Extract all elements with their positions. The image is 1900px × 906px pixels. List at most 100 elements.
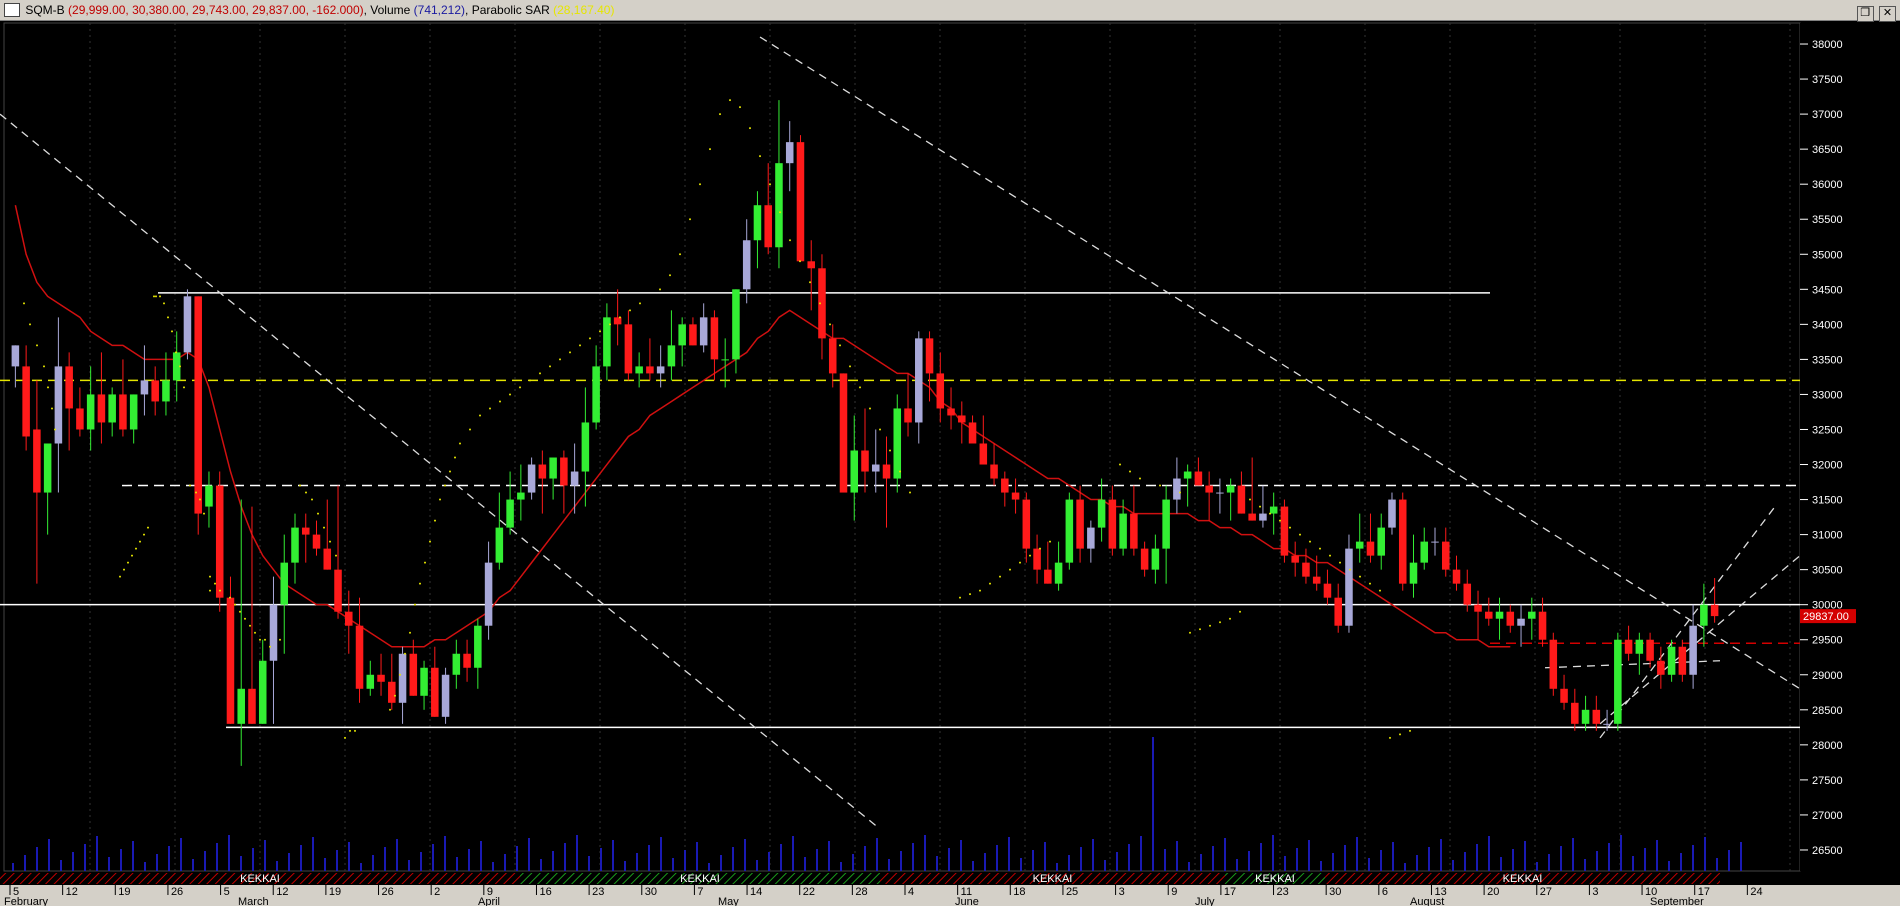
volume-bar (1236, 859, 1238, 871)
y-tick-label: 29500 (1812, 635, 1843, 647)
candle (1001, 478, 1009, 493)
sar-dot (135, 547, 137, 550)
sar-dot (23, 302, 25, 305)
candle (656, 366, 665, 374)
sar-dot (229, 596, 231, 599)
candle (839, 373, 848, 493)
candle (43, 443, 52, 493)
y-tick-label: 35500 (1812, 214, 1843, 226)
sar-dot (354, 729, 356, 732)
volume-bar (1020, 858, 1022, 871)
sar-dot (1279, 519, 1281, 522)
sar-dot (29, 323, 31, 326)
sar-dot (779, 211, 781, 214)
sar-dot (559, 358, 561, 361)
volume-bar (768, 852, 770, 871)
ohlc-values: (29,999.00, 30,380.00, 29,743.00, 29,837… (68, 3, 364, 17)
candle (1538, 611, 1547, 640)
volume-bar (228, 835, 230, 871)
volume-bar (240, 856, 242, 871)
sar-dot (1189, 631, 1191, 634)
sar-dot (1319, 547, 1321, 550)
sar-dot (444, 484, 446, 487)
candle (1474, 604, 1482, 612)
candle (86, 394, 95, 430)
volume-bar (1032, 850, 1034, 871)
restore-window-button[interactable]: ❐ (1856, 6, 1874, 22)
close-window-button[interactable]: ✕ (1879, 6, 1896, 22)
volume-bar (840, 862, 842, 871)
sar-dot (1159, 484, 1161, 487)
candle (33, 429, 41, 493)
sar-dot (279, 638, 281, 641)
volume-bar (48, 839, 50, 871)
candle (753, 205, 762, 241)
sar-dot (959, 596, 961, 599)
candle (1592, 709, 1601, 724)
candle (345, 611, 353, 626)
candle (592, 366, 600, 423)
candle (560, 457, 568, 486)
sar-dot (269, 645, 271, 648)
sar-dot (127, 561, 129, 564)
volume-bar (1416, 855, 1418, 871)
candle (646, 366, 654, 374)
volume-bar (636, 853, 638, 871)
trend-line (0, 113, 881, 830)
sar-dot (519, 386, 521, 389)
sar-dot (1139, 477, 1141, 480)
sar-dot (529, 379, 531, 382)
candle (1183, 471, 1192, 479)
volume-bar (1404, 863, 1406, 871)
y-tick-label: 32000 (1812, 460, 1843, 472)
candle (721, 359, 729, 361)
candle (1700, 604, 1708, 626)
volume-bar (432, 844, 434, 871)
candle (850, 450, 859, 493)
candle (1528, 611, 1536, 619)
sar-dot (414, 603, 416, 606)
volume-bar (120, 849, 122, 871)
sar-dot (489, 407, 491, 410)
sar-dot (729, 99, 731, 102)
candle (958, 415, 966, 423)
volume-bar (672, 858, 674, 871)
candle (1571, 702, 1579, 724)
volume-bar (900, 851, 902, 871)
candle (205, 485, 213, 507)
sar-dot (1039, 547, 1041, 550)
volume-bar (1116, 852, 1118, 871)
kekkai-label: KEKKAI (1503, 873, 1543, 885)
volume-bar (192, 859, 194, 871)
candle (915, 338, 923, 423)
sar-dot (219, 589, 221, 592)
volume-bar (1152, 737, 1154, 871)
price-chart[interactable]: 2650027000275002800028500290002950030000… (0, 21, 1900, 906)
candle (936, 373, 945, 409)
sar-dot (249, 624, 251, 627)
volume-bar (480, 841, 482, 871)
sar-dot (1229, 617, 1231, 620)
y-tick-label: 32500 (1812, 424, 1843, 436)
sar-dot (389, 708, 391, 711)
sar-dot (819, 302, 821, 305)
sar-dot (719, 113, 721, 116)
sar-dot (899, 470, 901, 473)
moving-average-line (14, 205, 1511, 648)
sar-dot (1289, 526, 1291, 529)
candle (1485, 611, 1493, 619)
sar-dot (619, 316, 621, 319)
candle (420, 667, 428, 696)
sar-dot (244, 617, 246, 620)
candle (409, 653, 418, 696)
window-system-icon[interactable] (4, 3, 20, 17)
sar-dot (311, 498, 313, 501)
kekkai-label: KEKKAI (680, 873, 720, 885)
sar-dot (999, 575, 1001, 578)
candle (1226, 485, 1235, 493)
volume-bar (804, 857, 806, 871)
y-tick-label: 30500 (1812, 565, 1843, 577)
volume-bar (612, 840, 614, 871)
sar-dot (669, 274, 671, 277)
candle (1452, 569, 1461, 584)
